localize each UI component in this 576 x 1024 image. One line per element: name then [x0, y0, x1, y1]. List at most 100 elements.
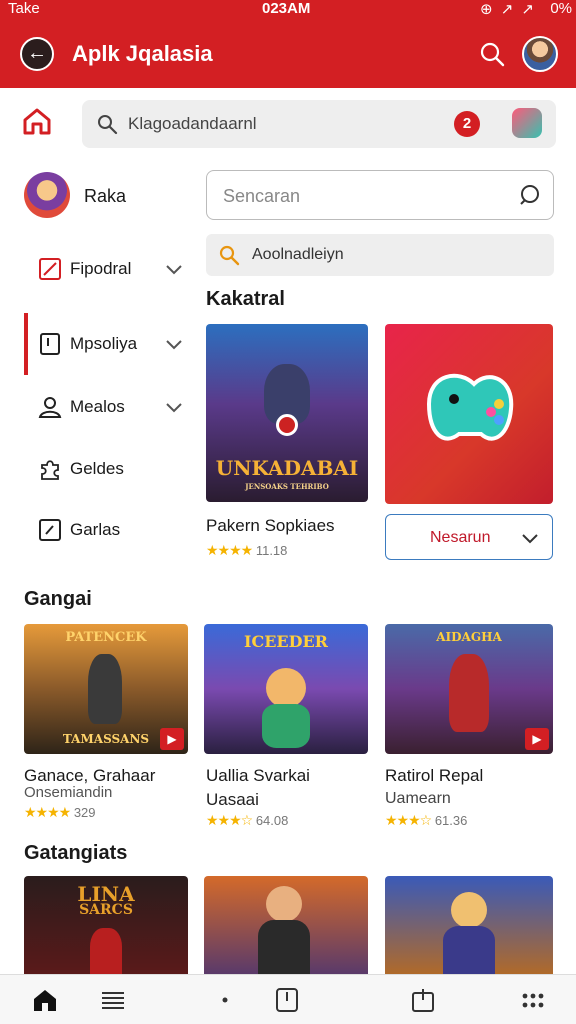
promo-app-tile[interactable] — [385, 324, 553, 504]
bottom-navigation — [0, 974, 576, 1024]
bookmark-icon — [40, 333, 60, 355]
chevron-down-icon[interactable] — [164, 334, 184, 354]
chat-search-icon[interactable] — [517, 182, 543, 208]
sidebar-item-label: Mealos — [70, 397, 125, 416]
sidebar-item-fipodral[interactable]: Fipodral — [38, 255, 188, 283]
chevron-down-icon — [522, 534, 538, 544]
dot-nav-icon[interactable] — [212, 987, 238, 1013]
hero-body — [258, 920, 310, 974]
featured-game-poster[interactable]: UNKADABAI JENSOAKS TEHRIBO — [206, 324, 368, 502]
game-title[interactable]: Ganace, Grahaar — [24, 766, 155, 786]
rating-value: 64.08 — [255, 813, 289, 828]
home-icon[interactable] — [22, 106, 52, 136]
hero-face — [266, 668, 306, 708]
star-rating: ★★★☆ — [206, 812, 253, 828]
battery-indicator: 0% — [550, 0, 572, 17]
chevron-down-icon[interactable] — [164, 397, 184, 417]
magnifier-orange-icon — [219, 245, 240, 266]
filter-search-field[interactable]: Aoolnadleiyn — [206, 234, 554, 276]
hero-body — [262, 704, 310, 748]
play-badge-icon: ▶ — [160, 728, 184, 750]
app-bar: Take 023AM ⊕ ↗ ↗ 0% ← Aplk Jqalasia — [0, 0, 576, 88]
shield-emblem — [276, 414, 298, 436]
game-card-poster[interactable]: ICEEDER — [204, 624, 368, 754]
sidebar-item-label: Mpsoliya — [70, 334, 138, 353]
poster-title: PATENCEK — [65, 630, 147, 645]
sidebar-item-garlas[interactable]: Garlas — [38, 516, 188, 544]
home-nav-icon[interactable] — [32, 987, 58, 1013]
page-title: Aplk Jqalasia — [72, 41, 213, 66]
tablet-nav-icon[interactable] — [274, 987, 300, 1013]
poster-title: AIDAGHA — [436, 630, 502, 644]
promo-button-label: Nesarun — [430, 529, 491, 546]
sidebar-item-label: Geldes — [70, 459, 124, 478]
search-icon[interactable] — [478, 40, 506, 68]
section-title-featured: Kakatral — [206, 288, 285, 310]
secondary-search-placeholder: Sencaran — [223, 186, 301, 206]
poster-subtitle: SARCS — [79, 902, 133, 918]
poster-title: UNKADABAI — [215, 456, 359, 480]
featured-game-title[interactable]: Pakern Sopkiaes — [206, 516, 335, 536]
soldier-figure — [88, 654, 122, 724]
warrior-figure — [90, 928, 122, 974]
active-indicator — [24, 313, 28, 375]
star-rating: ★★★★ — [206, 542, 253, 558]
game-card-poster[interactable] — [385, 876, 553, 974]
game-rating: ★★★☆ 64.08 — [206, 812, 288, 829]
hero-face — [451, 892, 487, 928]
sidebar-item-mealos[interactable]: Mealos — [38, 393, 188, 421]
poster-title: ICEEDER — [244, 632, 328, 651]
chevron-down-icon[interactable] — [164, 259, 184, 279]
rating-value: 329 — [73, 805, 96, 820]
game-developer: Uamearn — [385, 790, 451, 807]
notification-badge[interactable]: 2 — [454, 111, 480, 137]
status-bar: Take 023AM ⊕ ↗ ↗ 0% — [0, 0, 576, 20]
rating-value: 11.18 — [255, 543, 288, 558]
section-title-gatangiats: Gatangiats — [24, 842, 128, 864]
promo-dropdown-button[interactable]: Nesarun — [385, 514, 553, 560]
game-title[interactable]: Ratirol Repal — [385, 766, 483, 786]
sidebar-item-mpsoliya[interactable]: Mpsoliya — [38, 330, 188, 358]
main-search-bar[interactable]: Klagoadandaarnl — [82, 100, 556, 148]
sidebar-item-label: Fipodral — [70, 259, 132, 278]
gamepad-mascot-icon — [426, 373, 514, 441]
edit-square-icon — [39, 258, 61, 280]
carrier-label: Take — [8, 0, 40, 17]
puzzle-icon — [41, 460, 59, 480]
user-avatar[interactable] — [24, 172, 70, 218]
sidebar-item-geldes[interactable]: Geldes — [38, 455, 188, 483]
magnifier-icon — [98, 115, 118, 135]
shopping-bag-icon[interactable] — [512, 108, 542, 138]
back-button[interactable]: ← — [20, 37, 54, 71]
poster-subtitle: JENSOAKS TEHRIBO — [245, 482, 329, 491]
edit-small-icon — [39, 519, 61, 541]
arrow-left-icon: ← — [27, 42, 47, 64]
star-rating: ★★★☆ — [385, 812, 432, 828]
clock: 023AM — [262, 0, 311, 17]
status-icons: ⊕ ↗ ↗ — [479, 1, 536, 18]
hero-face — [266, 886, 302, 922]
share-nav-icon[interactable] — [410, 987, 436, 1013]
game-title[interactable]: Uallia Svarkai — [206, 766, 310, 786]
game-card-poster[interactable]: LINA SARCS — [24, 876, 188, 974]
filter-search-text: Aoolnadleiyn — [252, 246, 344, 263]
secondary-search-field[interactable]: Sencaran — [206, 170, 554, 220]
play-badge-icon: ▶ — [525, 728, 549, 750]
game-card-poster[interactable]: AIDAGHA ▶ — [385, 624, 553, 754]
profile-avatar[interactable] — [522, 36, 558, 72]
game-rating: ★★★☆ 61.36 — [385, 812, 467, 829]
list-nav-icon[interactable] — [100, 987, 126, 1013]
grid-menu-icon[interactable] — [520, 987, 546, 1013]
game-card-poster[interactable]: PATENCEK TAMASSANS ▶ — [24, 624, 188, 754]
warrior-figure — [449, 654, 489, 732]
featured-rating: ★★★★ 11.18 — [206, 542, 287, 559]
game-card-poster[interactable] — [204, 876, 368, 974]
hero-body — [443, 926, 495, 974]
game-rating: ★★★★ 329 — [24, 804, 96, 821]
section-title-gangai: Gangai — [24, 588, 92, 610]
game-developer: Onsemiandin — [24, 784, 113, 801]
game-developer: Uasaai — [206, 790, 259, 809]
user-icon — [38, 397, 62, 418]
star-rating: ★★★★ — [24, 804, 71, 820]
search-input[interactable]: Klagoadandaarnl — [128, 114, 257, 134]
